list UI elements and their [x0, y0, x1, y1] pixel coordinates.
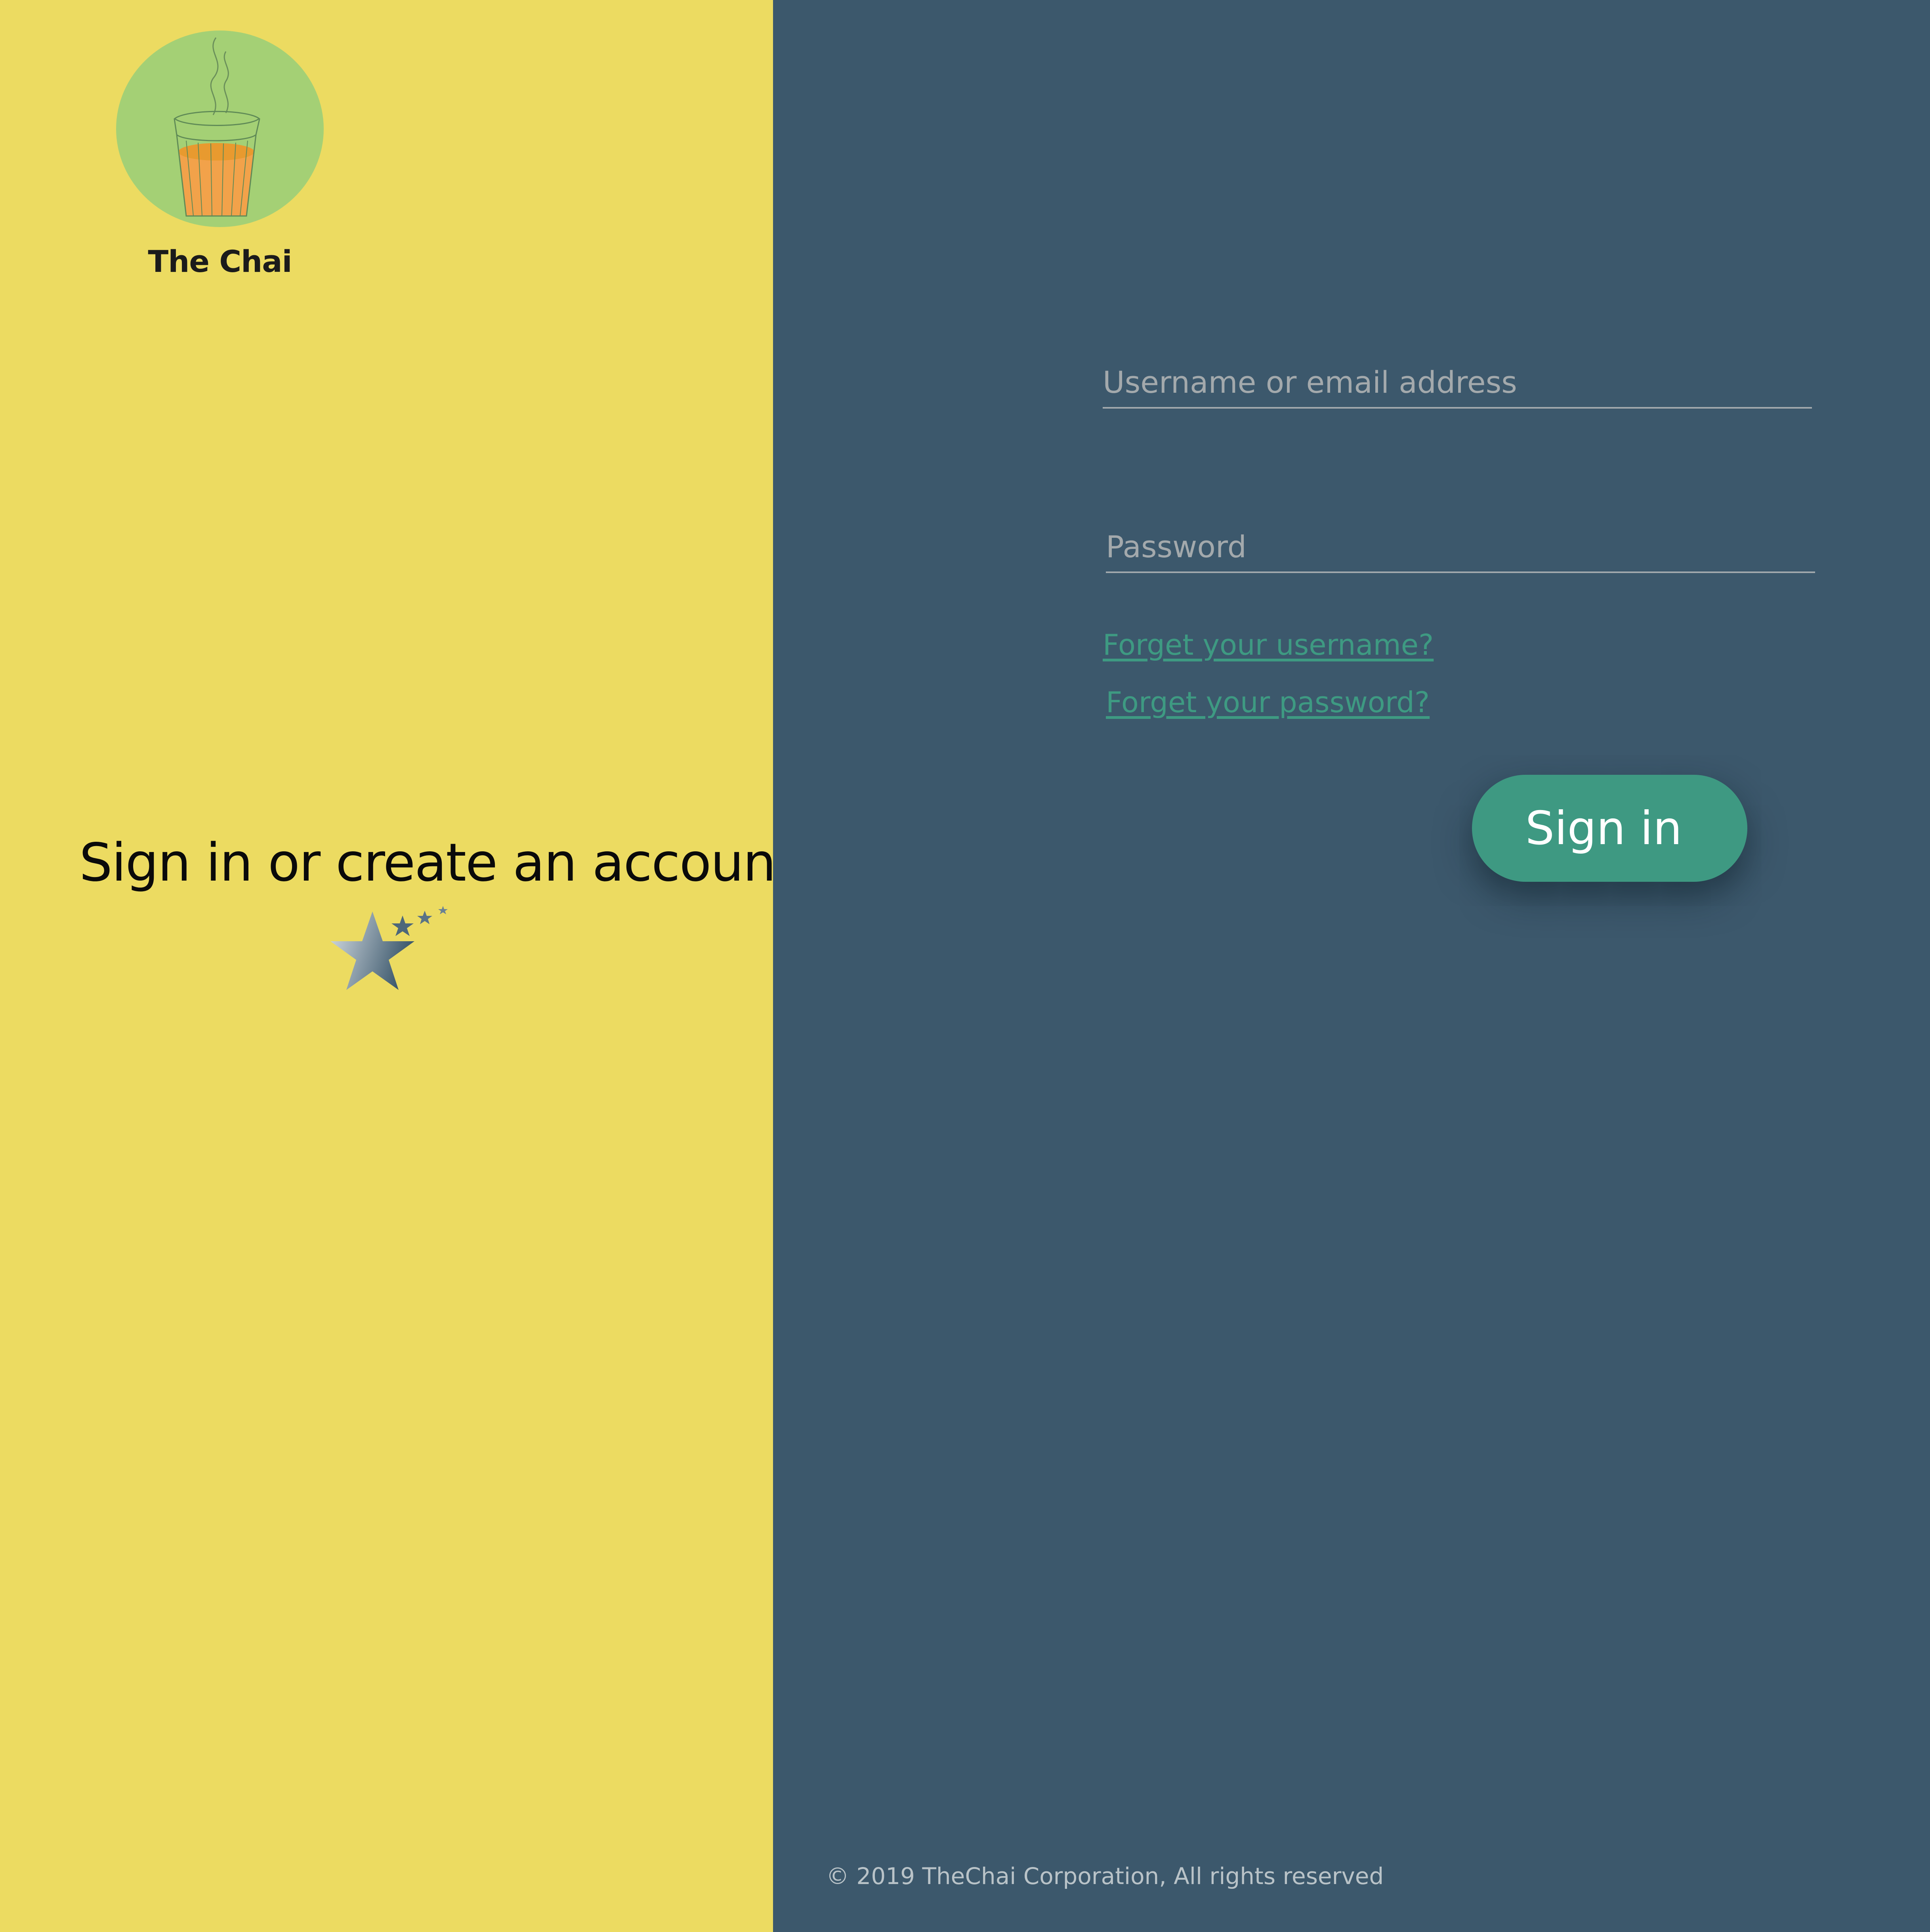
copyright-footer: © 2019 TheChai Corporation, All rights r…: [826, 1863, 1384, 1890]
sign-in-button[interactable]: Sign in: [1472, 775, 1747, 882]
left-panel: The Chai Sign in or create an account: [0, 0, 796, 1932]
username-field-group: [1103, 365, 1812, 409]
page-heading: Sign in or create an account: [79, 832, 796, 893]
username-input[interactable]: [1103, 365, 1812, 407]
forgot-password-link[interactable]: Forget your password?: [1106, 686, 1430, 719]
brand-name: The Chai: [148, 244, 292, 279]
username-underline: [1103, 407, 1812, 409]
password-underline: [1106, 571, 1815, 573]
password-field-group: [1106, 529, 1815, 573]
brand-logo[interactable]: The Chai: [107, 24, 333, 279]
password-input[interactable]: [1106, 529, 1815, 571]
chai-glass-logo-icon: [116, 31, 324, 227]
forgot-username-link[interactable]: Forget your username?: [1103, 628, 1434, 661]
right-panel: [773, 0, 1930, 1932]
shooting-star-icon: [330, 906, 448, 990]
